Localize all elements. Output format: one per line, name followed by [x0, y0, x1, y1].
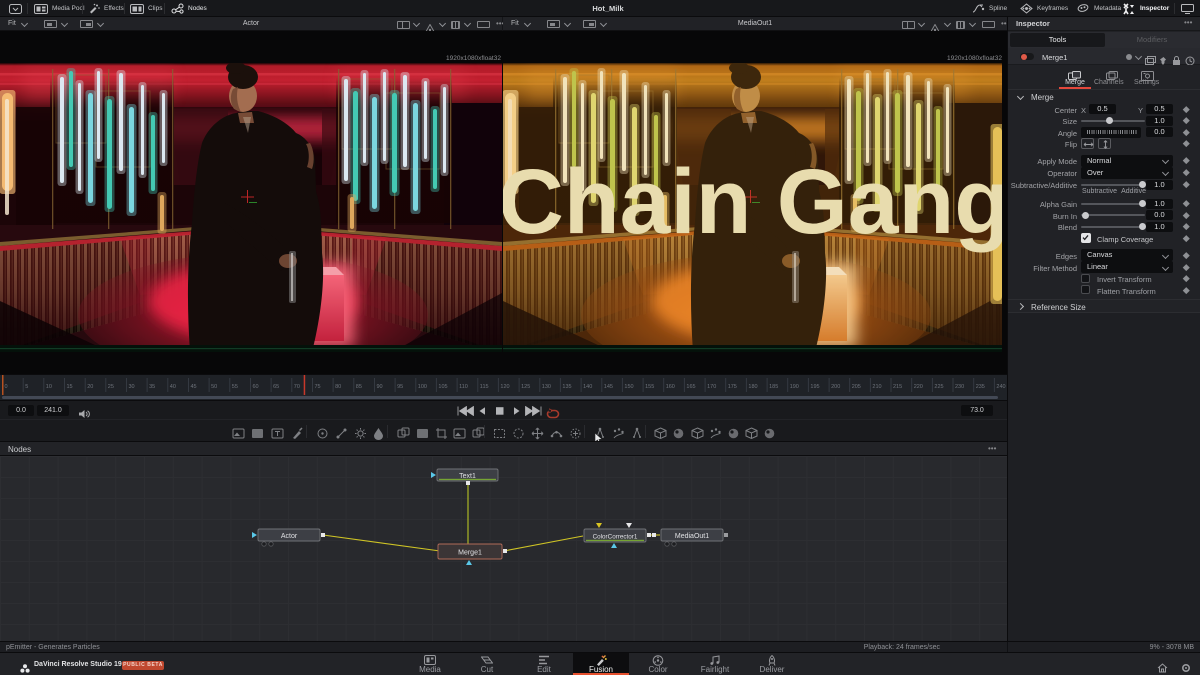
svg-text:225: 225 — [934, 384, 943, 390]
svg-text:240: 240 — [996, 384, 1005, 390]
svg-text:100: 100 — [418, 384, 427, 390]
svg-text:205: 205 — [852, 384, 861, 390]
svg-text:115: 115 — [480, 384, 489, 390]
svg-text:105: 105 — [438, 384, 447, 390]
svg-text:55: 55 — [232, 384, 238, 390]
svg-text:15: 15 — [67, 384, 73, 390]
svg-text:235: 235 — [976, 384, 985, 390]
svg-text:160: 160 — [666, 384, 675, 390]
svg-text:30: 30 — [129, 384, 135, 390]
svg-text:40: 40 — [170, 384, 176, 390]
svg-text:135: 135 — [562, 384, 571, 390]
svg-text:95: 95 — [397, 384, 403, 390]
svg-text:0: 0 — [5, 384, 8, 390]
svg-text:70: 70 — [294, 384, 300, 390]
svg-text:10: 10 — [46, 384, 52, 390]
svg-text:Text1: Text1 — [459, 473, 476, 480]
svg-text:75: 75 — [315, 384, 321, 390]
svg-text:80: 80 — [335, 384, 341, 390]
svg-text:Merge1: Merge1 — [458, 549, 482, 556]
svg-text:MediaOut1: MediaOut1 — [675, 533, 709, 540]
svg-text:20: 20 — [87, 384, 93, 390]
svg-text:25: 25 — [108, 384, 114, 390]
svg-text:35: 35 — [149, 384, 155, 390]
svg-text:200: 200 — [831, 384, 840, 390]
svg-text:145: 145 — [604, 384, 613, 390]
svg-text:65: 65 — [273, 384, 279, 390]
svg-text:215: 215 — [893, 384, 902, 390]
svg-text:130: 130 — [542, 384, 551, 390]
svg-text:170: 170 — [707, 384, 716, 390]
svg-text:220: 220 — [914, 384, 923, 390]
svg-text:Chain Gang: Chain Gang — [503, 151, 1002, 253]
svg-text:Actor: Actor — [281, 533, 298, 540]
svg-text:110: 110 — [459, 384, 468, 390]
svg-text:120: 120 — [500, 384, 509, 390]
svg-text:ColorCorrector1: ColorCorrector1 — [593, 533, 638, 540]
svg-text:140: 140 — [583, 384, 592, 390]
svg-text:85: 85 — [356, 384, 362, 390]
svg-text:210: 210 — [872, 384, 881, 390]
svg-text:125: 125 — [521, 384, 530, 390]
svg-text:60: 60 — [253, 384, 259, 390]
svg-text:190: 190 — [790, 384, 799, 390]
svg-text:155: 155 — [645, 384, 654, 390]
svg-text:5: 5 — [25, 384, 28, 390]
svg-text:165: 165 — [686, 384, 695, 390]
svg-text:150: 150 — [624, 384, 633, 390]
svg-text:180: 180 — [748, 384, 757, 390]
svg-text:50: 50 — [211, 384, 217, 390]
svg-text:195: 195 — [810, 384, 819, 390]
svg-text:45: 45 — [191, 384, 197, 390]
svg-text:90: 90 — [377, 384, 383, 390]
svg-text:175: 175 — [728, 384, 737, 390]
svg-text:185: 185 — [769, 384, 778, 390]
svg-text:230: 230 — [955, 384, 964, 390]
